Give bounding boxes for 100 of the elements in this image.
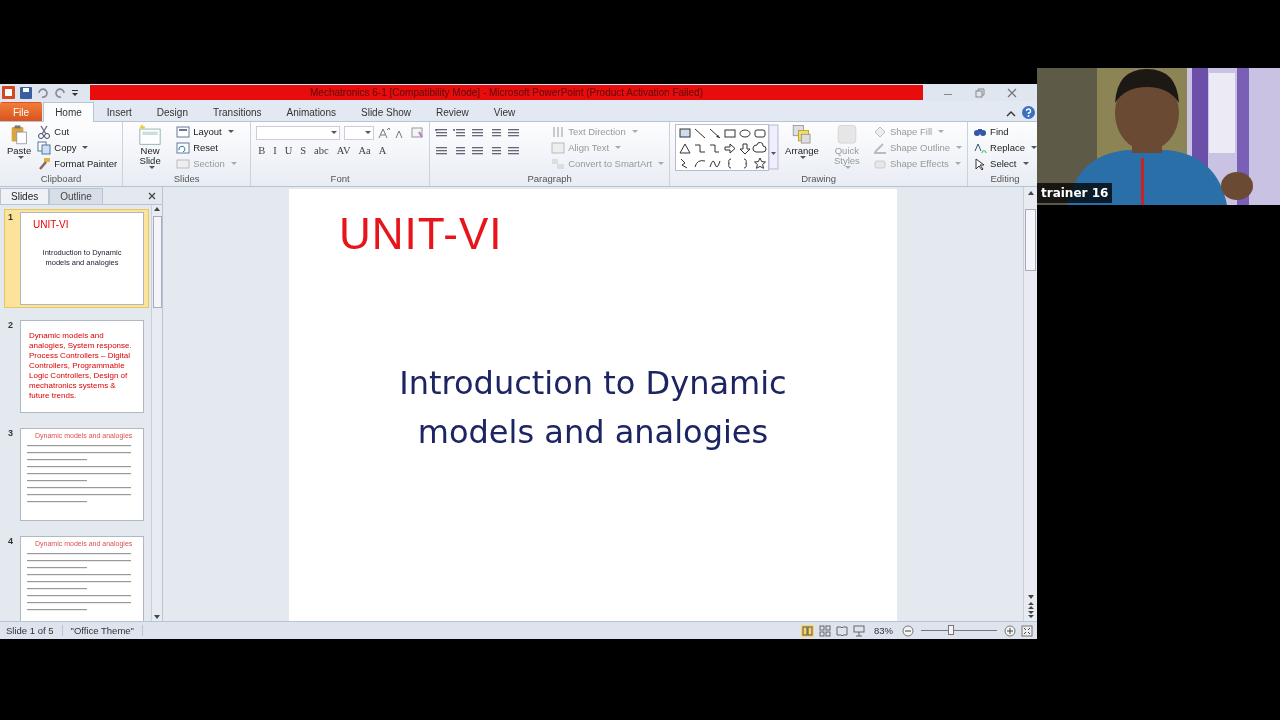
- slide-number: 2: [8, 320, 14, 332]
- normal-view-icon[interactable]: [801, 624, 814, 637]
- thumbnail-text: Dynamic models and analogies, System response. Process Controllers – Digital Controllers, Programmable Logic Controllers, Design of mechatronics systems & future trends.: [28, 330, 133, 401]
- dropdown-arrow-icon: [331, 131, 338, 134]
- slide-sorter-icon[interactable]: [819, 624, 831, 637]
- line-spacing-icon[interactable]: [507, 126, 522, 139]
- arrange-icon: [791, 124, 813, 146]
- zoom-in-icon[interactable]: [1004, 624, 1016, 637]
- justify-icon[interactable]: [489, 144, 504, 157]
- replace-icon: [973, 141, 988, 154]
- scrollbar-thumb[interactable]: [1025, 209, 1036, 271]
- slide-title: UNIT-VI: [338, 208, 503, 259]
- font-format-button[interactable]: I: [271, 145, 279, 156]
- group-label: Slides: [172, 173, 201, 186]
- dropdown-arrow-icon: [845, 166, 852, 169]
- next-slide-icon[interactable]: [1026, 610, 1035, 619]
- decrease-indent-icon[interactable]: [471, 126, 486, 139]
- scroll-down-icon[interactable]: [1026, 593, 1035, 601]
- ribbon-tab[interactable]: Insert: [94, 102, 144, 121]
- ribbon-tab[interactable]: Home: [43, 102, 94, 122]
- new-slide-icon: [139, 124, 162, 146]
- align-right-icon[interactable]: [471, 144, 486, 157]
- clear-formatting-icon: [410, 126, 425, 139]
- group-label: Clipboard: [39, 173, 83, 186]
- dropdown-arrow-icon: [230, 162, 237, 165]
- scrollbar-thumb[interactable]: [152, 216, 162, 308]
- dropdown-arrow-icon: [658, 162, 665, 165]
- paint-bucket-icon: [872, 125, 887, 138]
- scissors-icon: [37, 124, 52, 139]
- dropdown-arrow-icon: [365, 131, 372, 134]
- command-button[interactable]: Reset: [176, 140, 237, 155]
- command-button[interactable]: Format Painter: [37, 156, 118, 171]
- zoom-level[interactable]: 83%: [870, 625, 897, 636]
- ribbon-tab[interactable]: Slide Show: [349, 102, 423, 121]
- large-command-button[interactable]: Paste: [5, 124, 34, 171]
- pen-icon: [872, 141, 887, 154]
- group-label: Drawing: [800, 173, 837, 186]
- ribbon-tab[interactable]: Transitions: [200, 102, 274, 121]
- theme-name: "Office Theme": [62, 625, 143, 636]
- font-format-button[interactable]: AV: [334, 145, 353, 156]
- ribbon-tab[interactable]: Review: [424, 102, 481, 121]
- align-left-icon[interactable]: [435, 144, 450, 157]
- command-button[interactable]: Layout: [176, 124, 237, 139]
- increase-indent-icon[interactable]: [489, 126, 504, 139]
- ribbon-tab[interactable]: Animations: [274, 102, 348, 121]
- bullets-icon[interactable]: [435, 126, 450, 139]
- group-label: Font: [329, 173, 351, 186]
- slide-show-icon[interactable]: [853, 624, 865, 637]
- dropdown-arrow-icon: [615, 146, 622, 149]
- pane-tab[interactable]: Outline: [49, 188, 103, 204]
- quick-styles-icon: [835, 124, 858, 146]
- close-icon[interactable]: [148, 192, 156, 200]
- font-format-button[interactable]: S: [298, 145, 309, 156]
- font-format-button[interactable]: abc: [312, 145, 331, 156]
- text-direction-icon: [551, 125, 566, 138]
- slide-number: 1: [8, 212, 14, 224]
- reading-view-icon[interactable]: [836, 624, 848, 637]
- zoom-out-icon[interactable]: [902, 624, 914, 637]
- command-button[interactable]: Select: [973, 156, 1037, 171]
- dropdown-arrow-icon: [17, 156, 24, 159]
- section-icon: [176, 157, 191, 170]
- save-icon[interactable]: [20, 86, 32, 99]
- scroll-up-icon[interactable]: [153, 205, 161, 213]
- font-format-button[interactable]: U: [282, 145, 295, 156]
- center-icon[interactable]: [453, 144, 468, 157]
- smartart-icon: [551, 157, 566, 170]
- command-button[interactable]: Copy: [37, 140, 118, 155]
- ribbon-tab[interactable]: Design: [144, 102, 200, 121]
- previous-slide-icon[interactable]: [1026, 601, 1035, 610]
- help-icon[interactable]: [1022, 106, 1035, 119]
- app-icon: [2, 86, 15, 99]
- customize-arrow-icon[interactable]: [71, 87, 79, 98]
- dropdown-arrow-icon: [148, 166, 155, 169]
- group-label: Editing: [989, 173, 1021, 186]
- font-format-button[interactable]: Aa: [356, 145, 373, 156]
- dropdown-arrow-icon: [956, 146, 963, 149]
- slide-counter: Slide 1 of 5: [0, 625, 63, 636]
- dropdown-arrow-icon: [954, 162, 961, 165]
- font-size-field[interactable]: [344, 125, 375, 140]
- shapes-gallery-drawing[interactable]: [675, 124, 780, 172]
- zoom-slider[interactable]: [948, 625, 955, 635]
- command-button[interactable]: Find: [973, 124, 1037, 139]
- pane-tab[interactable]: Slides: [0, 188, 50, 204]
- fit-to-window-icon[interactable]: [1021, 624, 1033, 637]
- columns-icon[interactable]: [507, 144, 522, 157]
- command-button[interactable]: Cut: [37, 124, 118, 139]
- font-format-button[interactable]: B: [256, 145, 268, 156]
- scroll-up-icon[interactable]: [1026, 189, 1035, 197]
- font-name-field[interactable]: [256, 125, 341, 140]
- slide-number: 3: [8, 428, 14, 440]
- font-format-button[interactable]: A: [376, 145, 389, 156]
- redo-icon[interactable]: [54, 86, 66, 99]
- large-command-button[interactable]: New Slide: [128, 124, 173, 171]
- undo-icon[interactable]: [37, 86, 49, 99]
- numbering-icon[interactable]: [453, 126, 468, 139]
- close-icon[interactable]: [1007, 87, 1017, 98]
- ribbon-tab[interactable]: View: [481, 102, 528, 121]
- brush-icon: [37, 156, 52, 171]
- dropdown-arrow-icon: [1022, 162, 1029, 165]
- large-command-button[interactable]: Arrange: [783, 124, 821, 171]
